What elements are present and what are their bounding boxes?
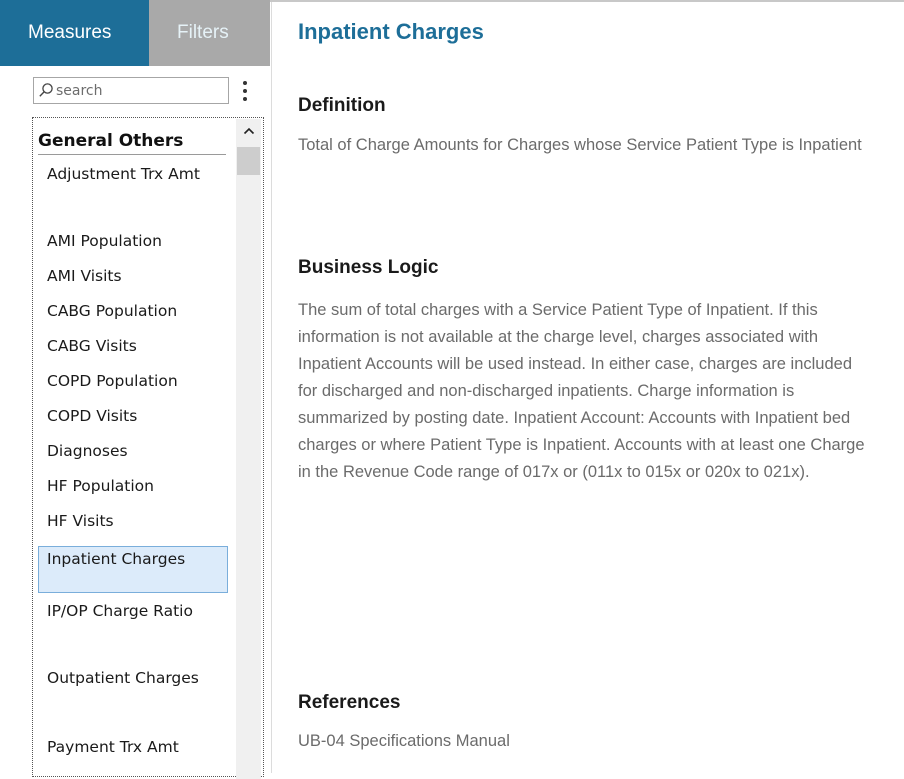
list-item[interactable]: COPD Population bbox=[38, 371, 228, 392]
search-input[interactable] bbox=[56, 79, 224, 102]
list-item[interactable]: AMI Visits bbox=[38, 266, 228, 287]
list-item[interactable]: HF Population bbox=[38, 476, 228, 497]
tab-filters[interactable]: Filters bbox=[149, 0, 270, 66]
panel-divider bbox=[271, 2, 272, 773]
chevron-up-icon bbox=[243, 127, 254, 135]
list-item[interactable]: Outpatient Charges bbox=[38, 668, 228, 689]
list-item[interactable]: CABG Visits bbox=[38, 336, 228, 357]
list-item[interactable]: AMI Population bbox=[38, 231, 228, 252]
definition-heading: Definition bbox=[298, 95, 386, 116]
business-logic-text: The sum of total charges with a Service … bbox=[298, 301, 865, 481]
list-scrollbar[interactable] bbox=[236, 119, 261, 779]
list-item[interactable]: COPD Visits bbox=[38, 406, 228, 427]
list-item[interactable]: Diagnoses bbox=[38, 441, 228, 462]
search-icon bbox=[38, 82, 54, 98]
scroll-thumb[interactable] bbox=[237, 147, 260, 175]
list-item[interactable]: CABG Population bbox=[38, 301, 228, 322]
list-item[interactable]: Adjustment Trx Amt bbox=[38, 164, 228, 185]
kebab-menu-icon[interactable] bbox=[238, 78, 252, 104]
search-box bbox=[33, 77, 229, 104]
scroll-up-button[interactable] bbox=[236, 119, 261, 143]
page-title: Inpatient Charges bbox=[298, 19, 484, 44]
tab-measures[interactable]: Measures bbox=[0, 0, 149, 66]
list-group-header: General Others bbox=[38, 131, 226, 155]
business-logic-heading: Business Logic bbox=[298, 257, 439, 278]
references-heading: References bbox=[298, 692, 401, 713]
list-item[interactable]: HF Visits bbox=[38, 511, 228, 532]
definition-text: Total of Charge Amounts for Charges whos… bbox=[298, 136, 862, 154]
list-item[interactable]: IP/OP Charge Ratio bbox=[38, 601, 228, 622]
references-text: UB-04 Specifications Manual bbox=[298, 732, 510, 750]
panel-tabs: Measures Filters bbox=[0, 0, 270, 66]
list-item-selected[interactable]: Inpatient Charges bbox=[38, 546, 228, 593]
list-item[interactable]: Payment Trx Amt bbox=[38, 737, 228, 758]
